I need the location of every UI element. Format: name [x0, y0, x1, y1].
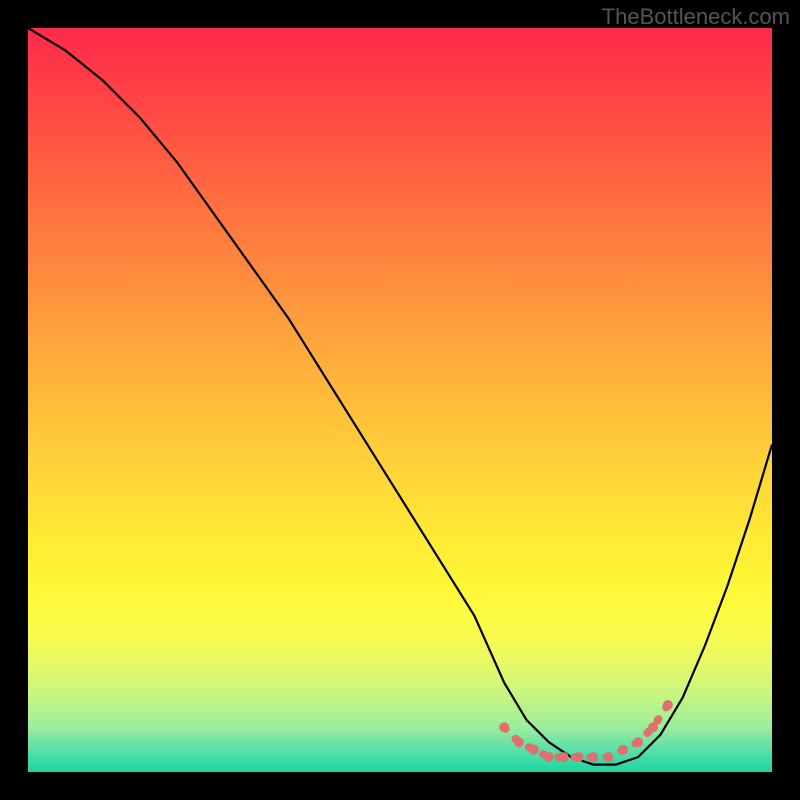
optimal-range-marker [588, 752, 598, 762]
optimal-range-marker [499, 722, 509, 732]
optimal-range-marker [559, 752, 569, 762]
chart-plot-area [28, 28, 772, 772]
optimal-range-markers-group [499, 700, 673, 762]
bottleneck-curve-path [28, 28, 772, 765]
optimal-range-marker [633, 737, 643, 747]
optimal-range-marker [514, 737, 524, 747]
optimal-range-marker [529, 745, 539, 755]
optimal-range-marker [618, 745, 628, 755]
chart-svg [28, 28, 772, 772]
optimal-range-marker [574, 752, 584, 762]
optimal-range-path [504, 705, 668, 757]
optimal-range-marker [648, 722, 658, 732]
optimal-range-marker [603, 752, 613, 762]
optimal-range-marker [544, 752, 554, 762]
watermark-text: TheBottleneck.com [602, 4, 790, 30]
optimal-range-marker [663, 700, 673, 710]
